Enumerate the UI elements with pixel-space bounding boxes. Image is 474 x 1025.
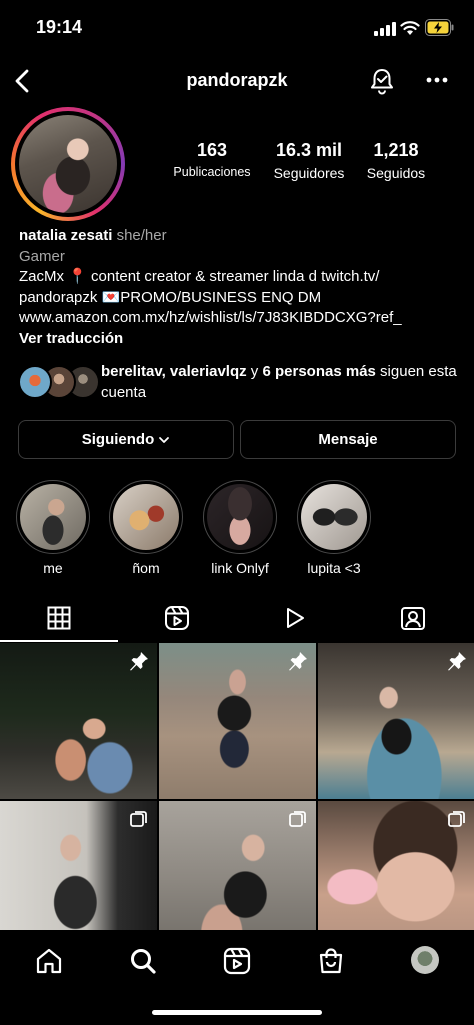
bio-line: ZacMx 📍 content creator & streamer linda…	[19, 268, 380, 285]
following-button-label: Siguiendo	[81, 431, 155, 448]
highlight-label: me	[43, 560, 63, 576]
pronouns: she/her	[116, 227, 167, 244]
followed-by[interactable]: berelitav, valeriavlqz y 6 personas más …	[18, 362, 468, 404]
highlight-label: lupita <3	[307, 560, 361, 576]
pin-icon	[130, 652, 148, 671]
home-indicator	[152, 1010, 322, 1015]
profile-avatar-story-ring[interactable]	[11, 107, 125, 221]
follower-avatar	[18, 365, 52, 399]
highlight-cover	[20, 484, 86, 550]
post-thumbnail[interactable]	[159, 643, 316, 799]
chevron-down-icon	[159, 436, 170, 443]
posts-count-value: 163	[196, 140, 228, 160]
highlight-cover	[207, 484, 273, 550]
message-button[interactable]: Mensaje	[240, 420, 456, 459]
followed-by-others: 6 personas más	[262, 363, 376, 380]
followers-count[interactable]: 16.3 mil Seguidores	[259, 140, 359, 181]
multiple-posts-icon	[448, 811, 465, 827]
tab-grid[interactable]	[0, 596, 118, 640]
post-thumbnail[interactable]	[318, 643, 474, 799]
battery-charging-icon	[425, 19, 454, 36]
profile-avatar	[19, 115, 117, 213]
story-highlight[interactable]: lupita <3	[297, 480, 371, 576]
followed-by-connector: y	[246, 363, 263, 380]
bio-line: pandorapzk 💌PROMO/BUSINESS ENQ DM	[19, 288, 322, 306]
following-button[interactable]: Siguiendo	[18, 420, 234, 459]
multiple-posts-icon	[130, 811, 147, 827]
following-count-label: Seguidos	[366, 165, 426, 181]
followers-count-value: 16.3 mil	[275, 140, 343, 160]
tab-reels[interactable]	[118, 596, 236, 640]
active-tab-indicator	[0, 640, 118, 642]
pin-icon	[289, 652, 307, 671]
following-count-value: 1,218	[373, 140, 419, 160]
status-bar: 19:14	[0, 0, 474, 54]
highlight-label: link Onlyf	[211, 560, 269, 576]
highlight-label: ñom	[132, 560, 160, 576]
shop-icon[interactable]	[316, 946, 346, 976]
following-count[interactable]: 1,218 Seguidos	[358, 140, 434, 181]
home-icon[interactable]	[34, 946, 64, 976]
tab-videos[interactable]	[236, 596, 354, 640]
profile-bio: natalia zesati she/her Gamer ZacMx 📍 con…	[19, 226, 464, 349]
tagged-person-icon	[401, 607, 425, 630]
posts-count-label: Publicaciones	[173, 165, 251, 179]
display-name: natalia zesati	[19, 227, 113, 244]
profile-category: Gamer	[19, 247, 65, 265]
message-button-label: Mensaje	[318, 431, 378, 448]
follower-names: berelitav, valeriavlqz	[101, 363, 247, 380]
post-thumbnail[interactable]	[0, 643, 157, 799]
tab-tagged[interactable]	[354, 596, 472, 640]
profile-username: pandorapzk	[186, 70, 288, 90]
story-highlight[interactable]: link Onlyf	[203, 480, 277, 576]
status-time: 19:14	[36, 17, 83, 37]
notification-bell-icon[interactable]	[368, 66, 396, 96]
story-highlight[interactable]: ñom	[109, 480, 183, 576]
pin-icon	[448, 652, 466, 671]
reels-icon	[165, 606, 189, 630]
multiple-posts-icon	[289, 811, 306, 827]
bio-link[interactable]: www.amazon.com.mx/hz/wishlist/ls/7J83KIB…	[19, 308, 464, 329]
posts-count[interactable]: 163 Publicaciones	[167, 140, 257, 179]
wifi-icon	[400, 21, 420, 35]
see-translation-link[interactable]: Ver traducción	[19, 329, 464, 350]
followers-count-label: Seguidores	[273, 165, 345, 181]
profile-tabs	[0, 596, 474, 642]
reels-icon[interactable]	[222, 946, 252, 976]
followed-by-text: berelitav, valeriavlqz y 6 personas más …	[101, 362, 466, 403]
story-highlight[interactable]: me	[16, 480, 90, 576]
search-icon[interactable]	[128, 946, 158, 976]
grid-icon	[47, 606, 71, 630]
profile-header-bar: pandorapzk	[0, 60, 474, 104]
highlight-cover	[301, 484, 367, 550]
play-icon	[287, 608, 304, 628]
cellular-signal-icon	[374, 22, 396, 36]
highlight-cover	[113, 484, 179, 550]
more-options-icon[interactable]	[424, 70, 450, 90]
profile-avatar[interactable]	[411, 946, 439, 974]
